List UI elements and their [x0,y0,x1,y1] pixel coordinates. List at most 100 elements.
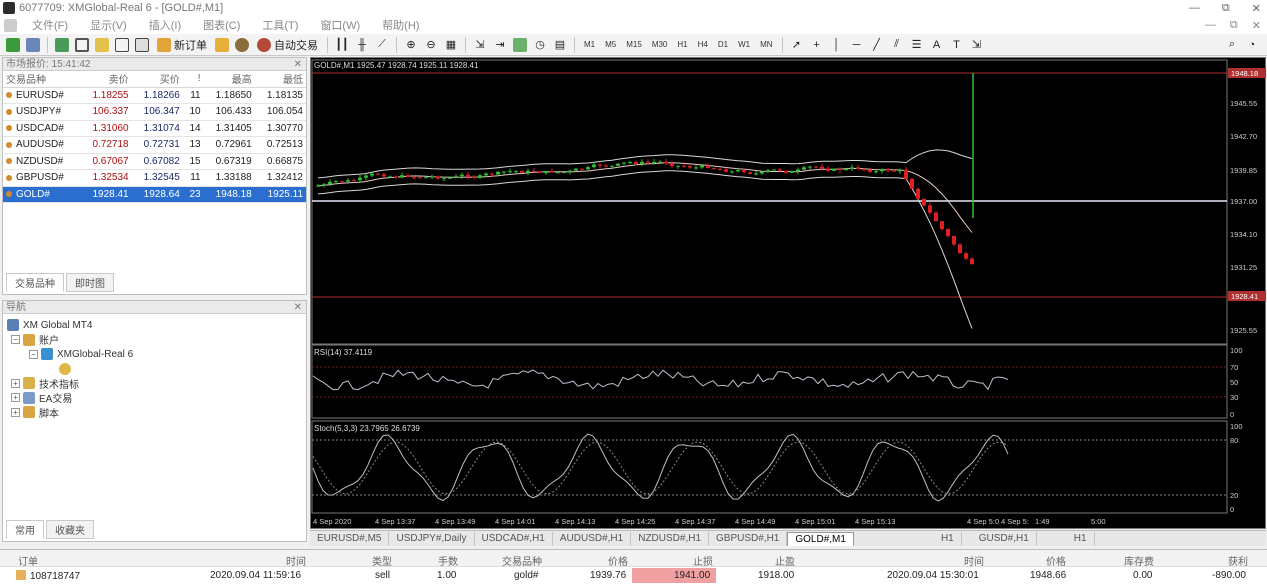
chart-window[interactable]: GOLD#,M1 1925.47 1928.74 1925.11 1928.41… [310,57,1266,529]
tf-h1[interactable]: H1 [673,37,691,53]
zoom-out-button[interactable]: ⊖ [422,36,440,54]
text-tool-button[interactable]: A [928,36,946,54]
tree-node-expert-advisors[interactable]: + EA交易 [7,391,302,405]
col-swap[interactable]: 库存费 [1124,553,1154,568]
terminal-button[interactable] [113,36,131,54]
expand-icon[interactable]: + [11,407,20,417]
chart-tab-gold[interactable]: GOLD#,M1 [787,531,854,546]
new-chart-button[interactable] [4,36,22,54]
chart-tab-eurusd[interactable]: EURUSD#,M5 [310,531,390,546]
tree-node-root[interactable]: XM Global MT4 [7,318,302,333]
mdi-restore-button[interactable]: ⧉ [1230,19,1238,32]
minimize-button[interactable]: — [1189,2,1200,14]
zoom-in-button[interactable]: ⊕ [402,36,420,54]
tree-node-user[interactable] [7,362,302,377]
chart-canvas[interactable]: GOLD#,M1 1925.47 1928.74 1925.11 1928.41… [311,58,1267,530]
order-tp[interactable]: 1918.00 [758,570,794,581]
chart-tab-audusd[interactable]: AUDUSD#,H1 [553,531,632,546]
market-watch-row[interactable]: NZDUSD# 0.67067 0.67082 15 0.67319 0.66875 [3,153,306,170]
navigator-button[interactable] [93,36,111,54]
channel-button[interactable]: ⫽ [888,36,906,54]
tile-windows-button[interactable]: ▦ [442,36,460,54]
auto-scroll-button[interactable]: ⇲ [471,36,489,54]
tf-m5[interactable]: M5 [601,37,620,53]
tab-symbols[interactable]: 交易品种 [6,273,64,292]
col-open-time[interactable]: 时间 [286,553,306,568]
col-spread[interactable]: ! [182,71,204,88]
expand-icon[interactable]: + [11,378,20,388]
market-watch-row[interactable]: GOLD# 1928.41 1928.64 23 1948.18 1925.11 [3,186,306,203]
col-bid[interactable]: 卖价 [80,71,132,88]
col-price[interactable]: 价格 [608,553,628,568]
market-watch-button[interactable] [53,36,71,54]
menu-file[interactable]: 文件(F) [21,17,79,33]
menu-help[interactable]: 帮助(H) [371,17,430,33]
col-close-time[interactable]: 时间 [964,553,984,568]
mdi-close-button[interactable]: ✕ [1252,19,1261,32]
templates-button[interactable]: ▤ [551,36,569,54]
community-button[interactable] [233,36,251,54]
tf-h4[interactable]: H4 [694,37,712,53]
crosshair-tool-button[interactable]: + [808,36,826,54]
chart-tab-gusd[interactable]: GUSD#,H1 [972,531,1037,546]
col-close-price[interactable]: 价格 [1046,553,1066,568]
search-button[interactable]: ⌕ [1223,36,1241,54]
menu-charts[interactable]: 图表(C) [192,17,251,33]
cursor-tool-button[interactable]: ➚ [788,36,806,54]
candlestick-button[interactable]: ╫ [353,36,371,54]
tf-w1[interactable]: W1 [734,37,754,53]
col-low[interactable]: 最低 [254,71,306,88]
chart-tab-gbpusd[interactable]: GBPUSD#,H1 [709,531,788,546]
mdi-minimize-button[interactable]: — [1205,19,1216,32]
col-sl[interactable]: 止损 [693,553,713,568]
chart-tab-usdcad[interactable]: USDCAD#,H1 [475,531,553,546]
market-watch-row[interactable]: USDJPY# 106.337 106.347 10 106.433 106.054 [3,103,306,121]
arrows-button[interactable]: ⇲ [968,36,986,54]
vertical-line-button[interactable]: │ [828,36,846,54]
tree-node-accounts[interactable]: − 账户 [7,333,302,347]
strategy-tester-button[interactable] [133,36,151,54]
profiles-button[interactable] [24,36,42,54]
col-lots[interactable]: 手数 [438,553,458,568]
menu-insert[interactable]: 插入(I) [138,17,192,33]
col-high[interactable]: 最高 [203,71,255,88]
tree-node-scripts[interactable]: + 脚本 [7,405,302,420]
fibonacci-button[interactable]: ☰ [908,36,926,54]
tree-node-indicators[interactable]: + 技术指标 [7,376,302,391]
close-button[interactable]: ✕ [1252,2,1261,15]
indicators-button[interactable] [511,36,529,54]
data-window-button[interactable] [73,36,91,54]
tf-m30[interactable]: M30 [648,37,672,53]
tree-node-account[interactable]: − XMGlobal-Real 6 [7,347,302,362]
text-label-button[interactable]: T [948,36,966,54]
auto-trading-button[interactable]: 自动交易 [253,36,322,54]
horizontal-line-button[interactable]: ─ [848,36,866,54]
bar-chart-button[interactable]: ┃┃ [333,36,351,54]
tab-tick-chart[interactable]: 即时图 [66,273,114,292]
col-tp[interactable]: 止盈 [775,553,795,568]
tf-m15[interactable]: M15 [622,37,646,53]
order-sl[interactable]: 1941.00 [632,568,716,583]
market-watch-row[interactable]: EURUSD# 1.18255 1.18266 11 1.18650 1.18135 [3,87,306,104]
market-watch-row[interactable]: GBPUSD# 1.32534 1.32545 11 1.33188 1.32412 [3,169,306,187]
chart-tab-usdjpy[interactable]: USDJPY#,Daily [389,531,475,546]
tf-d1[interactable]: D1 [714,37,732,53]
restore-button[interactable]: ⧉ [1222,2,1230,15]
trendline-button[interactable]: ╱ [868,36,886,54]
line-chart-button[interactable]: ⟋ [373,36,391,54]
periods-button[interactable]: ◷ [531,36,549,54]
new-order-button[interactable]: 新订单 [153,36,211,54]
chart-tab-nzdusd[interactable]: NZDUSD#,H1 [631,531,710,546]
col-profit[interactable]: 获利 [1228,553,1248,568]
expand-icon[interactable]: + [11,393,20,403]
tab-favorites[interactable]: 收藏夹 [46,520,94,539]
close-icon[interactable]: ✕ [294,58,306,70]
chart-tab-h1-2[interactable]: H1 [1067,531,1095,546]
metaeditor-button[interactable] [213,36,231,54]
col-type[interactable]: 类型 [372,553,392,568]
tf-mn[interactable]: MN [756,37,776,53]
chat-button[interactable]: ◔ [1243,36,1261,54]
market-watch-row[interactable]: AUDUSD# 0.72718 0.72731 13 0.72961 0.72513 [3,136,306,154]
menu-window[interactable]: 窗口(W) [309,17,371,33]
col-ticket[interactable]: 订单 [18,553,38,568]
